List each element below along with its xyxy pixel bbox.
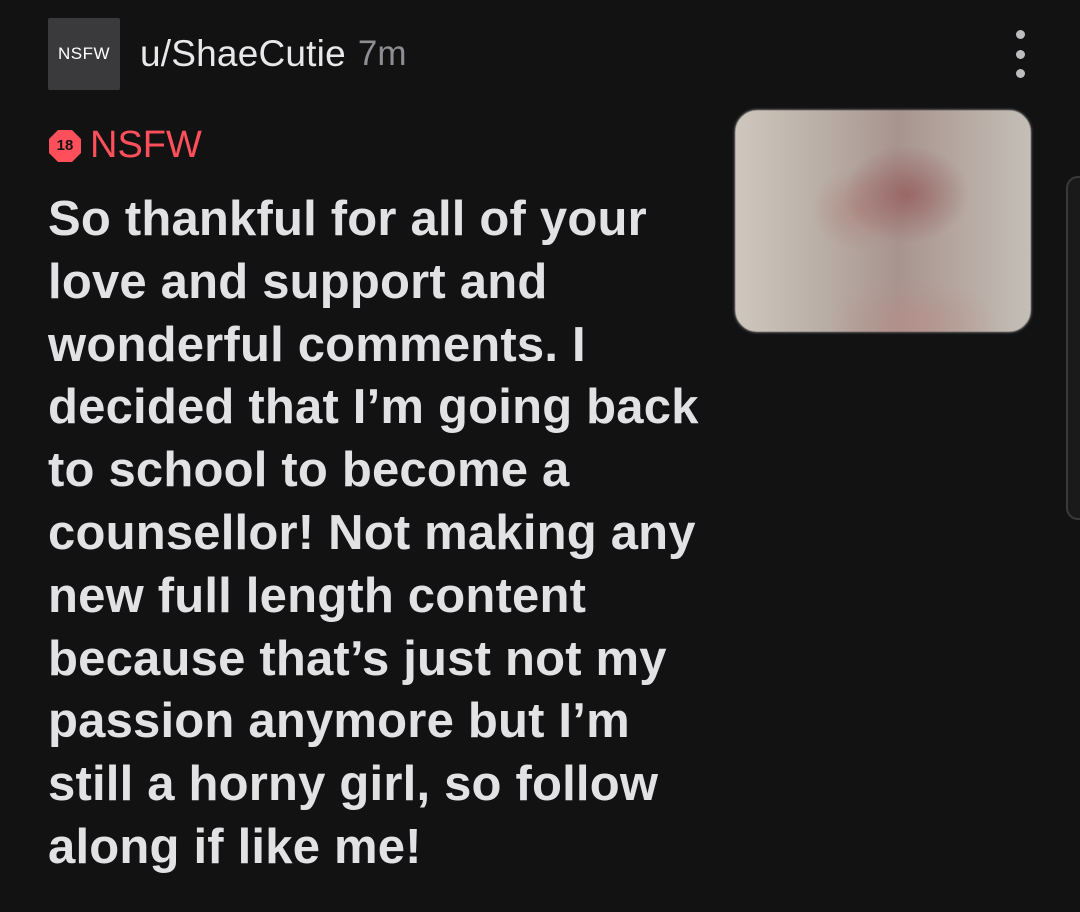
nsfw-tag: 18 NSFW: [48, 124, 202, 167]
username-link[interactable]: u/ShaeCutie: [140, 33, 346, 75]
scrollbar[interactable]: [1066, 176, 1080, 520]
avatar[interactable]: NSFW: [48, 18, 120, 90]
nsfw-18-icon: 18: [48, 129, 82, 163]
post-title[interactable]: So thankful for all of your love and sup…: [48, 188, 728, 879]
nsfw-badge-number: 18: [56, 136, 74, 154]
more-options-button[interactable]: [1000, 30, 1040, 78]
avatar-text: NSFW: [57, 44, 111, 63]
nsfw-label: NSFW: [90, 124, 202, 166]
post-card[interactable]: NSFW u/ShaeCutie 7m 18 NSFW So thankful …: [0, 0, 1080, 912]
post-header: NSFW u/ShaeCutie 7m: [48, 18, 406, 90]
post-thumbnail[interactable]: [733, 108, 1033, 334]
more-vertical-icon-dot: [1015, 49, 1025, 59]
more-vertical-icon: [1015, 30, 1025, 39]
more-vertical-icon-dot: [1015, 69, 1025, 78]
post-timestamp: 7m: [357, 34, 407, 73]
